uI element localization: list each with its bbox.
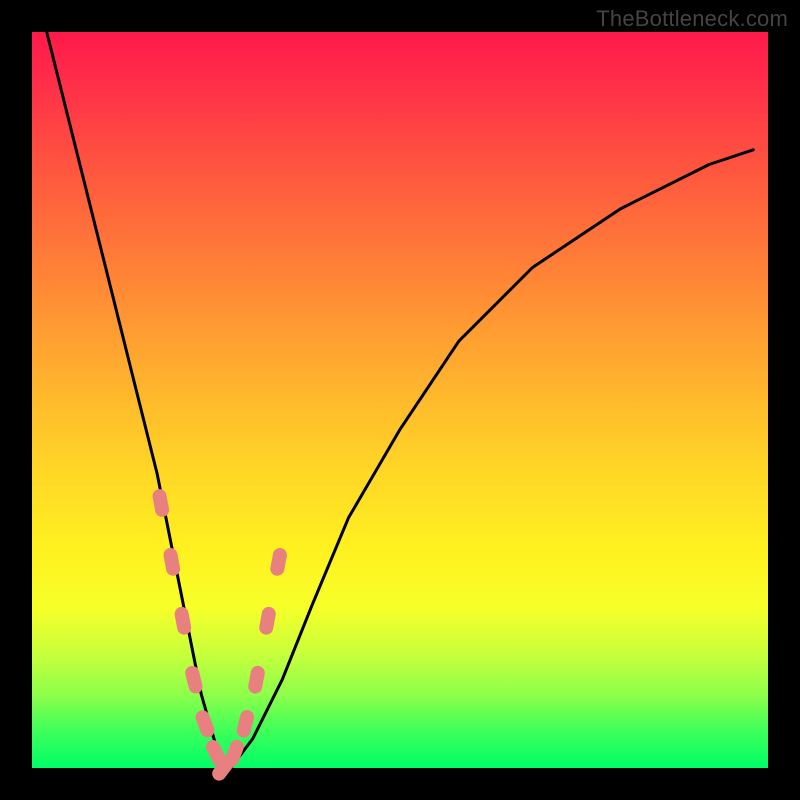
chart-frame: TheBottleneck.com: [0, 0, 800, 800]
chart-svg: [32, 32, 768, 768]
highlight-markers: [151, 488, 288, 783]
highlight-marker: [269, 547, 288, 577]
plot-area: [32, 32, 768, 768]
highlight-marker: [173, 606, 192, 636]
attribution-text: TheBottleneck.com: [596, 6, 788, 32]
highlight-marker: [247, 665, 266, 695]
highlight-marker: [151, 488, 170, 518]
highlight-marker: [162, 547, 181, 577]
highlight-marker: [184, 664, 204, 695]
bottleneck-curve: [47, 32, 754, 768]
highlight-marker: [258, 606, 277, 636]
highlight-marker: [235, 709, 255, 740]
bottleneck-curve-path: [47, 32, 754, 768]
